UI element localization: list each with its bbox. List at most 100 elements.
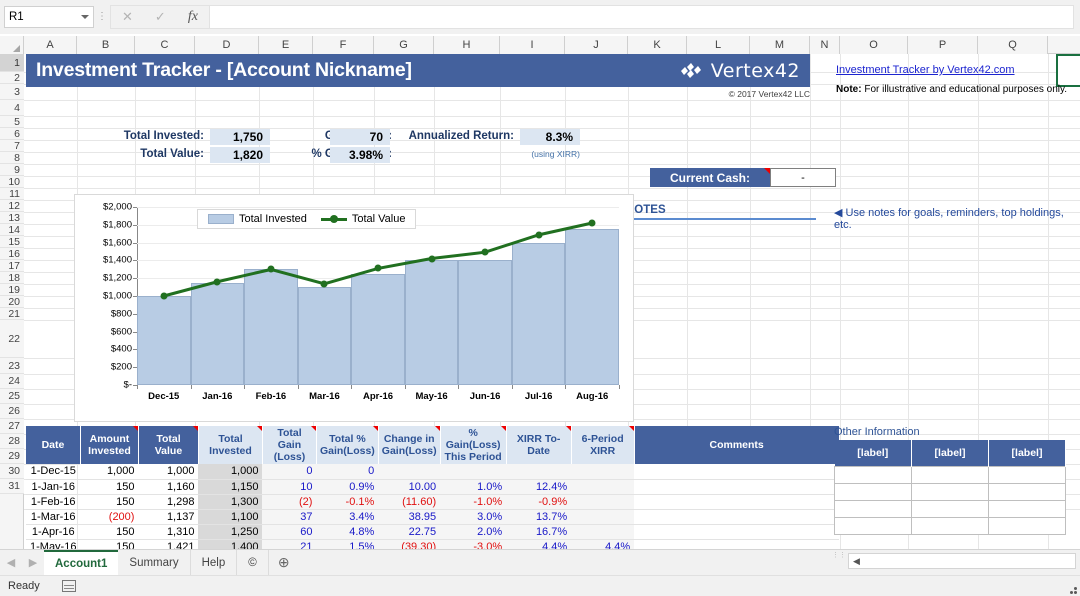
spreadsheet-grid[interactable]: Investment Tracker - [Account Nickname] … xyxy=(24,54,1080,549)
row-header-23[interactable]: 23 xyxy=(0,358,24,374)
table-cell-date[interactable]: 1-Mar-16 xyxy=(26,509,81,525)
column-header-b[interactable]: B xyxy=(77,36,135,54)
table-row[interactable]: 1-May-16 150 1,421 1,400 21 1.5% (39.30) -3.0% 4… xyxy=(26,539,840,549)
table-cell-total-gain[interactable]: 0 xyxy=(262,464,317,480)
column-header-c[interactable]: C xyxy=(135,36,195,54)
table-cell-change-gain[interactable]: 10.00 xyxy=(378,479,441,495)
row-header-10[interactable]: 10 xyxy=(0,176,24,188)
chevron-left-icon[interactable]: ◀ xyxy=(0,556,22,569)
horizontal-scrollbar-track[interactable]: ◀ xyxy=(848,553,1076,569)
other-info-cell[interactable] xyxy=(911,499,989,518)
row-header-24[interactable]: 24 xyxy=(0,374,24,389)
table-cell-total-invested[interactable]: 1,150 xyxy=(198,479,263,495)
column-header-o[interactable]: O xyxy=(840,36,908,54)
table-cell-date[interactable]: 1-Jan-16 xyxy=(26,479,81,495)
table-cell-total-invested[interactable]: 1,000 xyxy=(198,464,263,480)
row-header-26[interactable]: 26 xyxy=(0,404,24,419)
table-cell-amount[interactable]: 150 xyxy=(80,524,139,540)
table-row[interactable]: 1-Apr-16 150 1,310 1,250 60 4.8% 22.75 2.0% 16.7… xyxy=(26,524,840,540)
table-cell-total-pct[interactable]: 4.8% xyxy=(316,524,379,540)
close-icon[interactable]: ✕ xyxy=(122,9,133,25)
sheet-tab-help[interactable]: Help xyxy=(191,549,238,576)
other-info-cell[interactable] xyxy=(911,465,989,484)
other-info-cell[interactable] xyxy=(911,482,989,501)
other-info-row[interactable] xyxy=(834,465,1066,484)
table-cell-comments[interactable] xyxy=(634,539,840,549)
horizontal-scrollbar[interactable]: ◀ xyxy=(848,552,1076,570)
table-cell-comments[interactable] xyxy=(634,509,840,525)
table-cell-total-value[interactable]: 1,137 xyxy=(138,509,199,525)
table-cell-total-invested[interactable]: 1,400 xyxy=(198,539,263,549)
other-info-cell[interactable] xyxy=(988,465,1066,484)
table-cell-xirr-6p[interactable] xyxy=(571,479,635,495)
row-header-1[interactable]: 1 xyxy=(0,54,24,72)
row-header-11[interactable]: 11 xyxy=(0,188,24,200)
row-header-15[interactable]: 15 xyxy=(0,236,24,248)
table-cell-total-gain[interactable]: (2) xyxy=(262,494,317,510)
table-column-header[interactable]: Total Gain (Loss) xyxy=(262,426,317,464)
table-cell-pct-period[interactable]: -3.0% xyxy=(440,539,507,549)
column-header-d[interactable]: D xyxy=(195,36,259,54)
table-cell-total-value[interactable]: 1,421 xyxy=(138,539,199,549)
scroll-left-icon[interactable]: ◀ xyxy=(849,556,864,567)
table-cell-total-invested[interactable]: 1,100 xyxy=(198,509,263,525)
investment-chart[interactable]: $2,000 $1,800 $1,600 $1,400 $1,200 $1,000 $800… xyxy=(74,194,634,422)
transactions-table[interactable]: Date Amount Invested Total Value Total Inve… xyxy=(26,426,840,549)
column-header-k[interactable]: K xyxy=(628,36,687,54)
table-cell-amount[interactable]: 1,000 xyxy=(80,464,139,480)
table-column-header[interactable]: Total Value xyxy=(138,426,199,464)
table-column-header[interactable]: Amount Invested xyxy=(80,426,139,464)
table-cell-total-gain[interactable]: 21 xyxy=(262,539,317,549)
table-cell-date[interactable]: 1-May-16 xyxy=(26,539,81,549)
column-header-h[interactable]: H xyxy=(434,36,500,54)
other-info-row[interactable] xyxy=(834,482,1066,501)
column-header-l[interactable]: L xyxy=(687,36,750,54)
other-info-row[interactable] xyxy=(834,516,1066,535)
vertex42-link[interactable]: Investment Tracker by Vertex42.com xyxy=(836,64,1015,76)
table-cell-total-value[interactable]: 1,000 xyxy=(138,464,199,480)
column-header-p[interactable]: P xyxy=(908,36,978,54)
row-header-6[interactable]: 6 xyxy=(0,128,24,140)
table-cell-total-pct[interactable]: 0 xyxy=(316,464,379,480)
table-cell-pct-period[interactable]: 1.0% xyxy=(440,479,507,495)
table-cell-amount[interactable]: 150 xyxy=(80,479,139,495)
row-header-7[interactable]: 7 xyxy=(0,140,24,152)
table-cell-comments[interactable] xyxy=(634,479,840,495)
column-header-n[interactable]: N xyxy=(810,36,840,54)
table-cell-total-pct[interactable]: -0.1% xyxy=(316,494,379,510)
row-header-16[interactable]: 16 xyxy=(0,248,24,260)
table-cell-comments[interactable] xyxy=(634,464,840,480)
table-cell-date[interactable]: 1-Apr-16 xyxy=(26,524,81,540)
table-cell-date[interactable]: 1-Dec-15 xyxy=(26,464,81,480)
other-info-column-header[interactable]: [label] xyxy=(911,440,989,466)
row-header-19[interactable]: 19 xyxy=(0,284,24,296)
other-info-cell[interactable] xyxy=(988,516,1066,535)
table-cell-xirr-6p[interactable] xyxy=(571,524,635,540)
table-cell-pct-period[interactable]: 3.0% xyxy=(440,509,507,525)
table-cell-total-pct[interactable]: 3.4% xyxy=(316,509,379,525)
table-cell-xirr-todate[interactable] xyxy=(506,464,572,480)
table-cell-xirr-6p[interactable] xyxy=(571,464,635,480)
row-header-28[interactable]: 28 xyxy=(0,434,24,449)
table-cell-total-invested[interactable]: 1,300 xyxy=(198,494,263,510)
other-info-column-header[interactable]: [label] xyxy=(834,440,912,466)
scrollbar-grip[interactable]: ⋮⋮ xyxy=(832,552,846,568)
column-header-j[interactable]: J xyxy=(565,36,628,54)
pct-gain-loss-value[interactable]: 3.98% xyxy=(330,147,390,163)
row-header-21[interactable]: 21 xyxy=(0,308,24,320)
row-header-30[interactable]: 30 xyxy=(0,464,24,479)
table-cell-change-gain[interactable] xyxy=(378,464,441,480)
table-cell-pct-period[interactable] xyxy=(440,464,507,480)
row-header-8[interactable]: 8 xyxy=(0,152,24,164)
row-header-27[interactable]: 27 xyxy=(0,419,24,434)
row-header-17[interactable]: 17 xyxy=(0,260,24,272)
table-cell-xirr-6p[interactable] xyxy=(571,494,635,510)
table-cell-xirr-todate[interactable]: 12.4% xyxy=(506,479,572,495)
other-info-cell[interactable] xyxy=(834,516,912,535)
table-cell-pct-period[interactable]: 2.0% xyxy=(440,524,507,540)
table-cell-change-gain[interactable]: (11.60) xyxy=(378,494,441,510)
table-column-header[interactable]: Date xyxy=(26,426,81,464)
table-cell-xirr-todate[interactable]: 13.7% xyxy=(506,509,572,525)
table-row[interactable]: 1-Jan-16 150 1,160 1,150 10 0.9% 10.00 1.0% 12.4… xyxy=(26,479,840,495)
table-column-header[interactable]: Change in Gain(Loss) xyxy=(378,426,441,464)
